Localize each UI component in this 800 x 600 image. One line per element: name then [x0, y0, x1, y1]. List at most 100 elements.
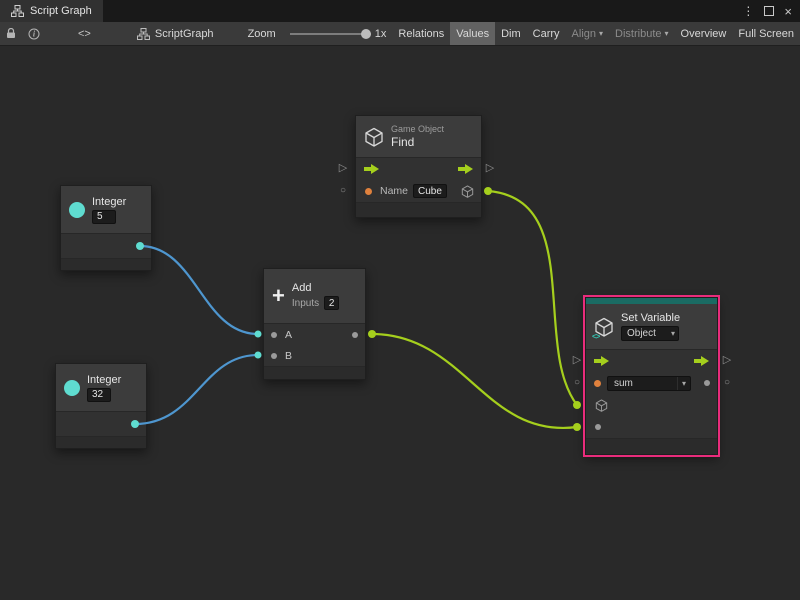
variable-scope-dropdown[interactable]: Object ▾	[621, 326, 679, 341]
set-variable-icon: <>	[594, 317, 614, 337]
find-node[interactable]: Game Object Find Name Cube	[355, 115, 482, 218]
setvar-flow-output-port[interactable]: ▷	[721, 354, 733, 367]
name-input-port[interactable]	[365, 188, 372, 195]
fullscreen-button[interactable]: Full Screen	[732, 22, 800, 45]
wire-find-to-setvariable-object[interactable]	[488, 191, 577, 405]
integer-icon	[64, 380, 80, 396]
flow-in-arrow-icon	[594, 356, 609, 366]
node-header: Integer 32	[56, 364, 146, 412]
object-row	[586, 394, 717, 416]
wire-add-to-setvariable-value[interactable]	[372, 334, 577, 428]
gameobject-output-icon	[461, 185, 474, 198]
find-flow-output-port[interactable]: ▷	[484, 162, 496, 175]
integer-node-2[interactable]: Integer 32	[55, 363, 147, 449]
integer-node-1[interactable]: Integer 5	[60, 185, 152, 271]
add-input-b-wire-end[interactable]	[255, 352, 262, 359]
align-button[interactable]: Align ▾	[566, 22, 609, 45]
node-header: + Add Inputs 2	[264, 269, 365, 324]
inputs-count-field[interactable]: 2	[324, 296, 339, 310]
info-button[interactable]: i	[22, 22, 46, 45]
flow-row	[356, 158, 481, 180]
value-input-port[interactable]	[595, 424, 601, 430]
port-label-b: B	[285, 350, 292, 362]
add-input-a-wire-end[interactable]	[255, 331, 262, 338]
overview-button[interactable]: Overview	[675, 22, 733, 45]
integer-value-field[interactable]: 32	[87, 388, 111, 402]
node-header: Game Object Find	[356, 116, 481, 158]
integer-icon	[69, 202, 85, 218]
name-value-field[interactable]: Cube	[413, 184, 447, 198]
node-category: Game Object	[391, 124, 444, 134]
node-footer	[586, 438, 717, 454]
zoom-slider-track[interactable]	[290, 33, 371, 35]
chevron-down-icon: ▾	[665, 29, 669, 38]
add-node[interactable]: + Add Inputs 2 A B	[263, 268, 366, 380]
add-output-wire-start[interactable]	[368, 330, 376, 338]
flow-in-arrow-icon	[364, 164, 379, 174]
dim-button[interactable]: Dim	[495, 22, 527, 45]
setvar-name-input-port-outer[interactable]: ○	[571, 377, 583, 389]
node-title: Integer	[92, 196, 126, 208]
node-footer	[356, 202, 481, 217]
graph-canvas[interactable]: Integer 5 Integer 32 + Add Inputs 2	[0, 46, 800, 600]
tab-script-graph[interactable]: Script Graph	[0, 0, 103, 22]
add-icon: +	[272, 286, 285, 306]
integer-value-field[interactable]: 5	[92, 210, 116, 224]
maximize-button[interactable]	[764, 6, 774, 16]
relations-button[interactable]: Relations	[392, 22, 450, 45]
node-footer	[264, 366, 365, 379]
graph-icon	[137, 28, 150, 40]
output-port-sum[interactable]	[352, 332, 358, 338]
values-button[interactable]: Values	[450, 22, 495, 45]
dropdown-caret-cell[interactable]: ▾	[677, 377, 690, 390]
window-menu-button[interactable]: ⋮	[742, 4, 754, 18]
lock-icon	[6, 28, 16, 39]
code-preview-button[interactable]: <>	[72, 22, 97, 45]
scope-value: Object	[627, 328, 656, 339]
node-footer	[61, 258, 151, 270]
value-input-row	[586, 416, 717, 438]
set-variable-node[interactable]: <> Set Variable Object ▾ sum	[585, 297, 718, 455]
variable-name-port[interactable]	[594, 380, 601, 387]
zoom-value: 1x	[371, 22, 393, 45]
wire-integer2-to-add-b[interactable]	[135, 355, 258, 424]
zoom-label: Zoom	[242, 22, 282, 45]
node-footer	[56, 436, 146, 448]
input-port-a[interactable]	[271, 332, 277, 338]
zoom-slider[interactable]	[290, 22, 371, 45]
lock-button[interactable]	[0, 22, 22, 45]
carry-button[interactable]: Carry	[527, 22, 566, 45]
flow-row	[586, 350, 717, 372]
flow-out-arrow-icon	[458, 164, 473, 174]
close-button[interactable]: ×	[784, 4, 792, 19]
port-label-a: A	[285, 329, 292, 341]
name-label: Name	[380, 185, 408, 197]
graph-breadcrumb[interactable]: ScriptGraph	[131, 22, 220, 45]
zoom-slider-handle[interactable]	[361, 29, 371, 39]
script-graph-icon	[11, 5, 24, 17]
setvar-flow-input-port[interactable]: ▷	[571, 354, 583, 367]
setvar-value-output-port-outer[interactable]: ○	[721, 377, 733, 389]
find-name-input-port-outer[interactable]: ○	[337, 185, 349, 197]
wire-integer1-to-add-a[interactable]	[140, 246, 258, 334]
find-flow-input-port[interactable]: ▷	[337, 162, 349, 175]
setvar-object-input-wire-end[interactable]	[573, 401, 581, 409]
chevron-down-icon: ▾	[682, 379, 686, 388]
graph-name-label: ScriptGraph	[155, 28, 214, 40]
setvar-value-input-wire-end[interactable]	[573, 423, 581, 431]
object-port-icon	[595, 399, 608, 412]
name-row: Name Cube	[356, 180, 481, 202]
value-output-port[interactable]	[704, 380, 710, 386]
cube-icon	[364, 127, 384, 147]
variable-name-dropdown[interactable]: sum ▾	[607, 376, 691, 391]
input-port-b[interactable]	[271, 353, 277, 359]
chevron-down-icon: ▾	[671, 329, 675, 338]
find-output-port[interactable]	[484, 187, 492, 195]
info-icon: i	[28, 28, 40, 40]
port-row-a: A	[264, 324, 365, 345]
node-title: Integer	[87, 374, 121, 386]
distribute-button[interactable]: Distribute ▾	[609, 22, 674, 45]
graph-toolbar: i <> ScriptGraph Zoom 1x Relations Value…	[0, 22, 800, 46]
variable-name-value: sum	[608, 378, 633, 389]
node-header: <> Set Variable Object ▾	[586, 304, 717, 350]
